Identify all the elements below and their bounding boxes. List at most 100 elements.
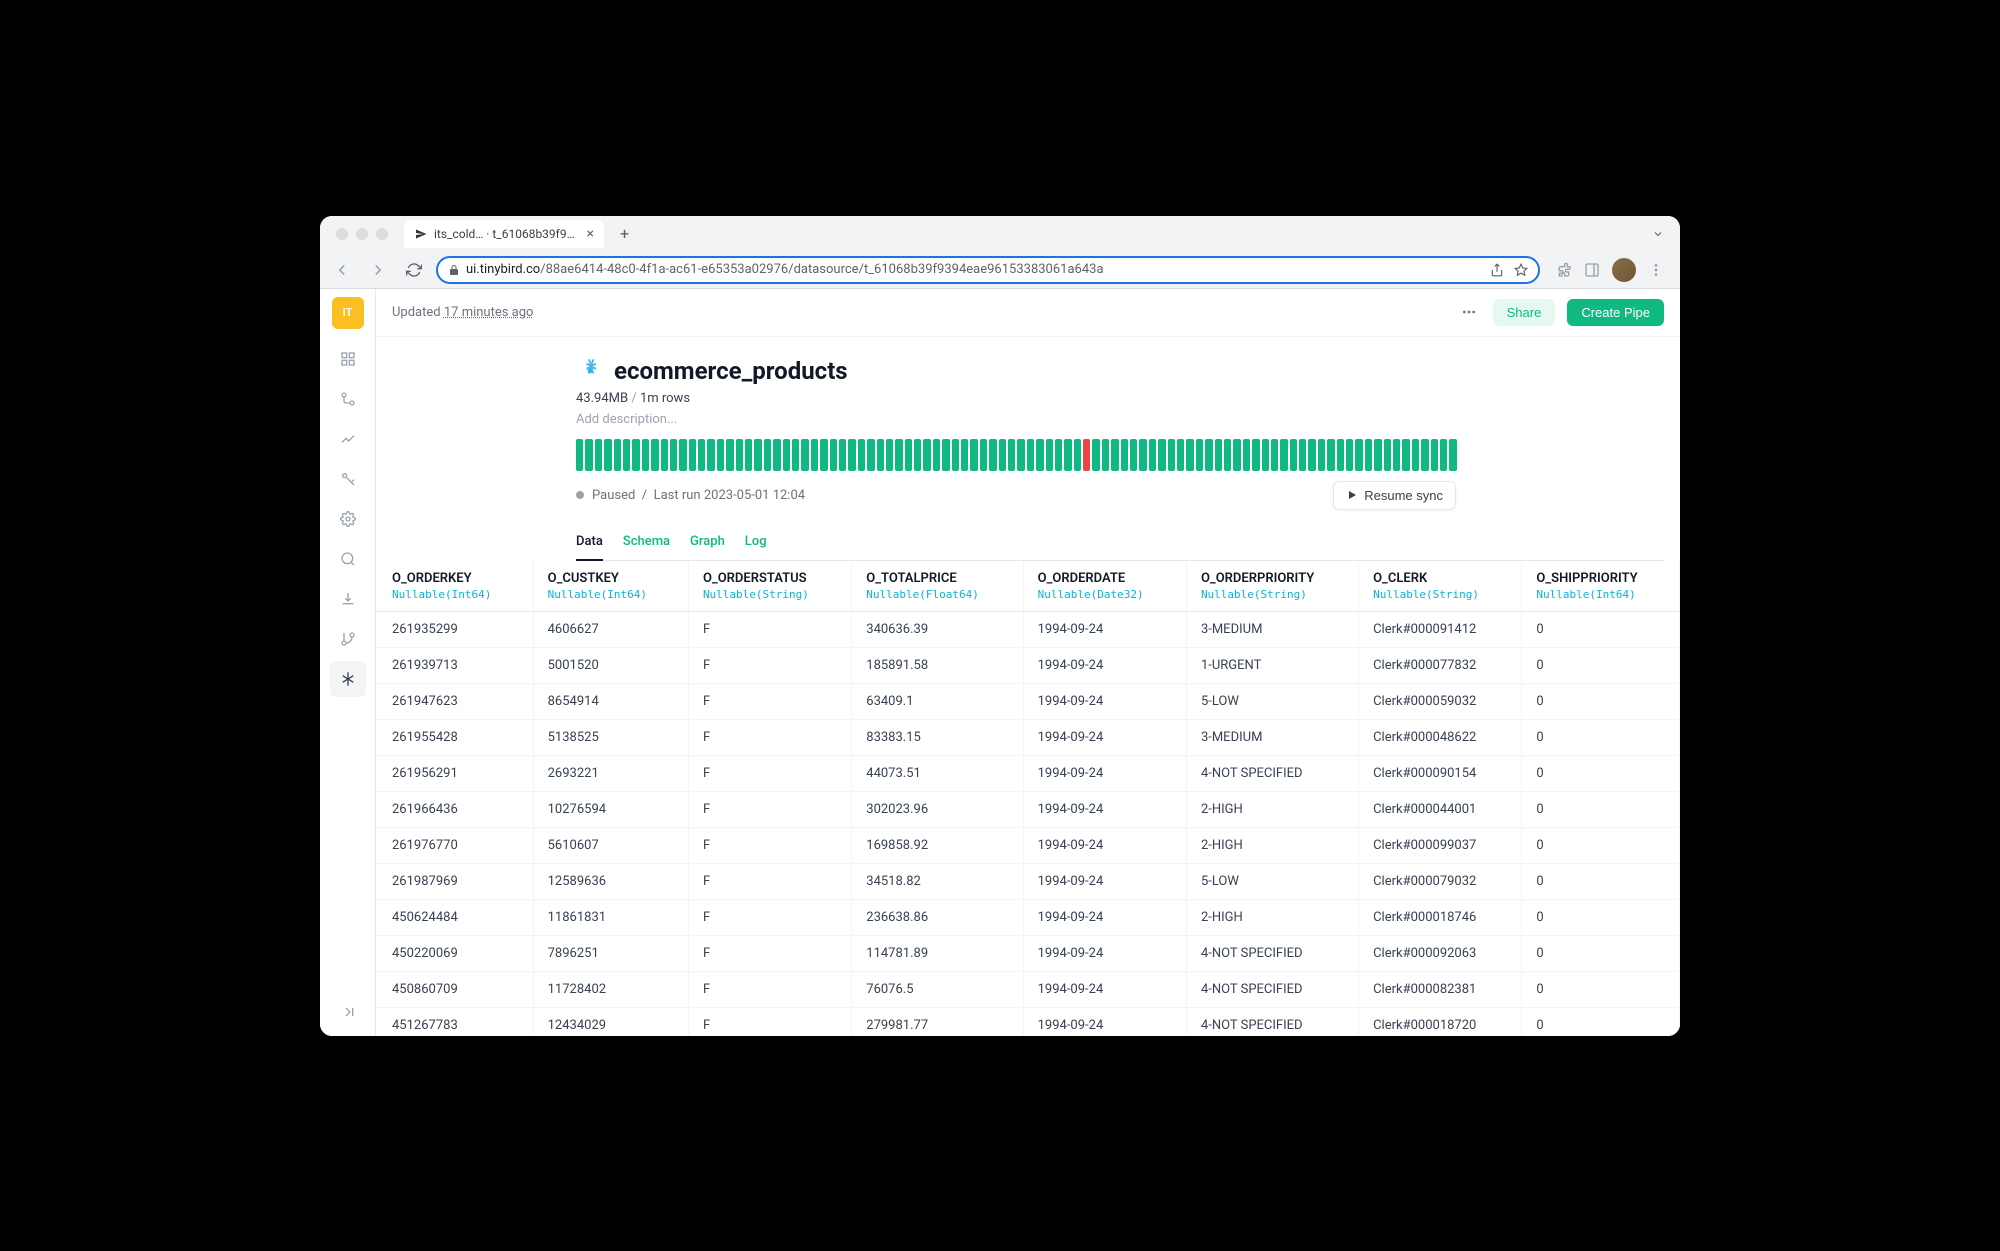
- url-bar[interactable]: ui.tinybird.co/88ae6414-48c0-4f1a-ac61-e…: [436, 256, 1540, 284]
- sync-bar[interactable]: [726, 439, 733, 471]
- sync-bar[interactable]: [1046, 439, 1053, 471]
- sync-bar[interactable]: [1121, 439, 1128, 471]
- column-header[interactable]: O_ORDERDATENullable(Date32): [1023, 561, 1186, 612]
- sync-bar[interactable]: [830, 439, 837, 471]
- sync-bar[interactable]: [623, 439, 630, 471]
- sync-bar[interactable]: [970, 439, 977, 471]
- table-row[interactable]: 2619767705610607F169858.921994-09-242-HI…: [376, 827, 1680, 863]
- sync-bar[interactable]: [989, 439, 996, 471]
- sync-bar[interactable]: [867, 439, 874, 471]
- sync-bar[interactable]: [858, 439, 865, 471]
- profile-avatar[interactable]: [1612, 258, 1636, 282]
- sidebar-dashboard-icon[interactable]: [330, 341, 366, 377]
- sync-bar[interactable]: [773, 439, 780, 471]
- sync-bar[interactable]: [1243, 439, 1250, 471]
- sync-bar[interactable]: [1102, 439, 1109, 471]
- sync-bar[interactable]: [1280, 439, 1287, 471]
- table-row[interactable]: 45062448411861831F236638.861994-09-242-H…: [376, 899, 1680, 935]
- datasource-description-input[interactable]: Add description...: [576, 412, 1664, 427]
- sync-bar[interactable]: [1205, 439, 1212, 471]
- sync-bar[interactable]: [1299, 439, 1306, 471]
- sync-bar[interactable]: [980, 439, 987, 471]
- tab-graph[interactable]: Graph: [690, 534, 725, 560]
- bookmark-icon[interactable]: [1514, 263, 1528, 277]
- tab-data[interactable]: Data: [576, 534, 603, 561]
- sync-bar[interactable]: [1139, 439, 1146, 471]
- sync-bar[interactable]: [670, 439, 677, 471]
- sidebar-snowflake-icon[interactable]: [330, 661, 366, 697]
- sync-bar[interactable]: [1290, 439, 1297, 471]
- datasource-title[interactable]: ecommerce_products: [614, 357, 848, 385]
- sync-bar[interactable]: [1224, 439, 1231, 471]
- sync-bar[interactable]: [1083, 439, 1090, 471]
- table-row[interactable]: 26198796912589636F34518.821994-09-245-LO…: [376, 863, 1680, 899]
- sync-bar[interactable]: [1393, 439, 1400, 471]
- sync-bar[interactable]: [1196, 439, 1203, 471]
- nav-back-button[interactable]: [328, 256, 356, 284]
- sync-bar[interactable]: [1337, 439, 1344, 471]
- sidebar-settings-icon[interactable]: [330, 501, 366, 537]
- nav-forward-button[interactable]: [364, 256, 392, 284]
- sidebar-collapse-icon[interactable]: [330, 1000, 366, 1036]
- sync-bar[interactable]: [848, 439, 855, 471]
- window-close[interactable]: [336, 228, 348, 240]
- sidebar-import-icon[interactable]: [330, 581, 366, 617]
- sync-bar[interactable]: [632, 439, 639, 471]
- sync-bar[interactable]: [1111, 439, 1118, 471]
- sync-bar[interactable]: [1233, 439, 1240, 471]
- sync-bar[interactable]: [1186, 439, 1193, 471]
- table-row[interactable]: 45086070911728402F76076.51994-09-244-NOT…: [376, 971, 1680, 1007]
- sync-bar[interactable]: [585, 439, 592, 471]
- sync-bar[interactable]: [1008, 439, 1015, 471]
- sync-bar[interactable]: [877, 439, 884, 471]
- sync-bar[interactable]: [1346, 439, 1353, 471]
- sync-bar[interactable]: [1017, 439, 1024, 471]
- sync-bar[interactable]: [1384, 439, 1391, 471]
- sync-bar[interactable]: [886, 439, 893, 471]
- sync-bar[interactable]: [905, 439, 912, 471]
- column-header[interactable]: O_TOTALPRICENullable(Float64): [852, 561, 1023, 612]
- table-row[interactable]: 26196643610276594F302023.961994-09-242-H…: [376, 791, 1680, 827]
- tab-overflow-icon[interactable]: [1644, 228, 1672, 240]
- column-header[interactable]: O_ORDERKEYNullable(Int64): [376, 561, 533, 612]
- browser-tab[interactable]: its_cold… · t_61068b39f9394… ×: [404, 220, 604, 248]
- sync-bar[interactable]: [689, 439, 696, 471]
- sync-bar[interactable]: [1440, 439, 1447, 471]
- sync-bar[interactable]: [811, 439, 818, 471]
- sync-bar[interactable]: [952, 439, 959, 471]
- sidebar-pipes-icon[interactable]: [330, 381, 366, 417]
- tab-schema[interactable]: Schema: [623, 534, 670, 560]
- sync-bar[interactable]: [576, 439, 583, 471]
- sidebar-tokens-icon[interactable]: [330, 461, 366, 497]
- table-row[interactable]: 2619554285138525F83383.151994-09-243-MED…: [376, 719, 1680, 755]
- sync-bar[interactable]: [783, 439, 790, 471]
- updated-time[interactable]: 17 minutes ago: [444, 305, 534, 320]
- table-row[interactable]: 2619397135001520F185891.581994-09-241-UR…: [376, 647, 1680, 683]
- sync-bar[interactable]: [698, 439, 705, 471]
- sync-bar[interactable]: [933, 439, 940, 471]
- sync-bar[interactable]: [999, 439, 1006, 471]
- sync-bar[interactable]: [707, 439, 714, 471]
- sync-bar[interactable]: [1092, 439, 1099, 471]
- sync-bar[interactable]: [614, 439, 621, 471]
- table-row[interactable]: 2619352994606627F340636.391994-09-243-ME…: [376, 611, 1680, 647]
- sync-bar[interactable]: [1252, 439, 1259, 471]
- sync-bar[interactable]: [1055, 439, 1062, 471]
- resume-sync-button[interactable]: Resume sync: [1333, 481, 1456, 510]
- sync-bar[interactable]: [1412, 439, 1419, 471]
- sync-bar[interactable]: [961, 439, 968, 471]
- sync-bar[interactable]: [895, 439, 902, 471]
- sync-bar[interactable]: [1365, 439, 1372, 471]
- sync-bar[interactable]: [661, 439, 668, 471]
- sync-bar[interactable]: [1215, 439, 1222, 471]
- workspace-logo[interactable]: IT: [332, 297, 364, 329]
- table-row[interactable]: 45126778312434029F279981.771994-09-244-N…: [376, 1007, 1680, 1036]
- sync-bar[interactable]: [1449, 439, 1456, 471]
- sync-bar[interactable]: [1074, 439, 1081, 471]
- sync-bar[interactable]: [764, 439, 771, 471]
- sync-bar[interactable]: [754, 439, 761, 471]
- extensions-icon[interactable]: [1556, 262, 1572, 278]
- panel-icon[interactable]: [1584, 262, 1600, 278]
- column-header[interactable]: O_ORDERPRIORITYNullable(String): [1186, 561, 1358, 612]
- sync-bar[interactable]: [1355, 439, 1362, 471]
